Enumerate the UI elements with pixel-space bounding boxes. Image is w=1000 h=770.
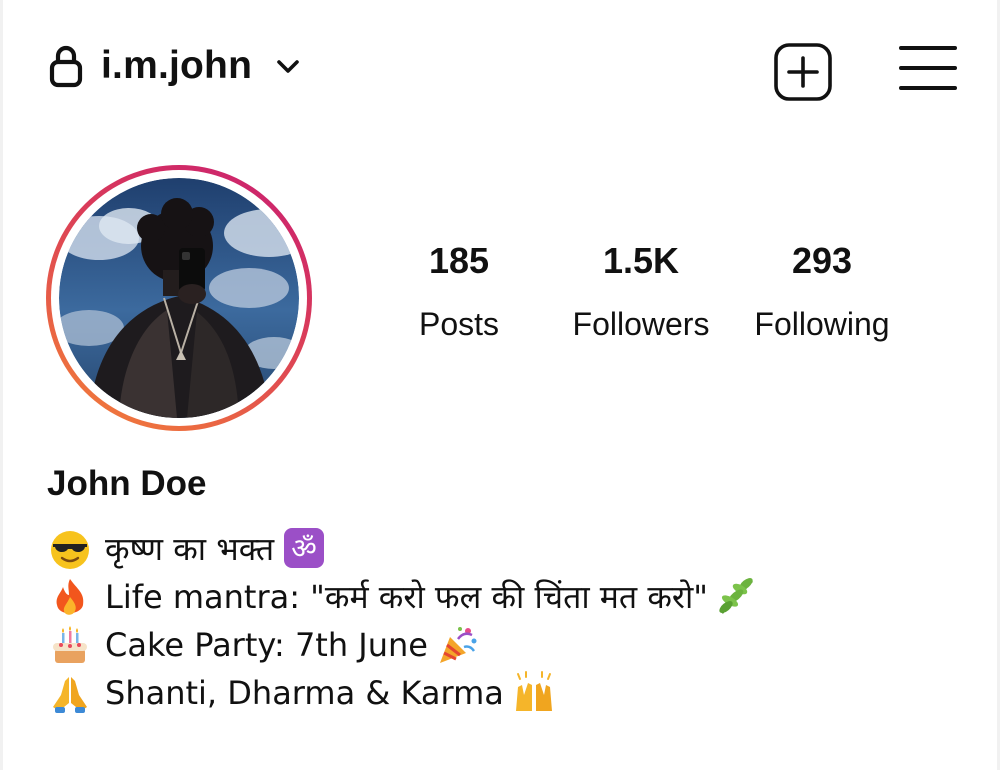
bio-line: Cake Party: 7th June [47, 621, 947, 669]
lock-icon [49, 45, 83, 88]
profile-stats: 185 Posts 1.5K Followers 293 Following [3, 236, 997, 356]
bio-line-text-wrap: Cake Party: 7th June [105, 621, 480, 669]
followers-stat[interactable]: 1.5K Followers [556, 236, 726, 346]
followers-count: 1.5K [602, 240, 680, 281]
posts-stat[interactable]: 185 Posts [374, 236, 544, 346]
party-popper-emoji-icon [439, 627, 477, 663]
following-label: Following [754, 306, 890, 342]
svg-text:ॐ: ॐ [291, 532, 317, 565]
bio-line: Life mantra: "कर्म करो फल की चिंता मत कर… [47, 573, 947, 621]
om-emoji-icon: ॐ [284, 528, 325, 568]
fire-emoji-icon [56, 579, 84, 615]
bio-line-text: Life mantra: "कर्म करो फल की चिंता मत कर… [105, 578, 709, 616]
posts-count: 185 [428, 240, 490, 281]
account-username[interactable]: i.m.john [101, 40, 252, 92]
sunglasses-emoji-icon [51, 531, 89, 569]
folded-hands-emoji-icon [53, 677, 87, 713]
following-count: 293 [791, 240, 853, 281]
posts-label: Posts [418, 306, 500, 342]
bio-line: कृष्ण का भक्त ॐ [47, 525, 947, 573]
bio-line-text-wrap: Shanti, Dharma & Karma [105, 669, 556, 717]
raised-hands-emoji-icon [515, 671, 552, 711]
profile-screen: i.m.john 185 Posts 1.5K Followers 293 Fo… [3, 0, 997, 770]
bio-line-text: कृष्ण का भक्त [105, 530, 275, 568]
followers-label: Followers [572, 306, 710, 342]
create-post-button[interactable] [771, 40, 835, 104]
bio-line-text-wrap: कृष्ण का भक्त ॐ [105, 525, 326, 573]
bio-line: Shanti, Dharma & Karma [47, 669, 947, 717]
bio-line-text: Cake Party: 7th June [105, 626, 428, 664]
chevron-down-icon[interactable] [273, 56, 303, 78]
bio-line-text: Shanti, Dharma & Karma [105, 674, 504, 712]
profile-bio: कृष्ण का भक्त ॐ Life mantra: "कर्म करो फ… [47, 525, 947, 717]
profile-display-name: John Doe [47, 464, 207, 503]
bio-line-text-wrap: Life mantra: "कर्म करो फल की चिंता मत कर… [105, 573, 760, 621]
birthday-cake-emoji-icon [53, 626, 87, 663]
top-bar: i.m.john [3, 0, 997, 140]
following-stat[interactable]: 293 Following [737, 236, 907, 346]
herb-emoji-icon [719, 578, 753, 614]
hamburger-menu-icon[interactable] [895, 42, 959, 94]
